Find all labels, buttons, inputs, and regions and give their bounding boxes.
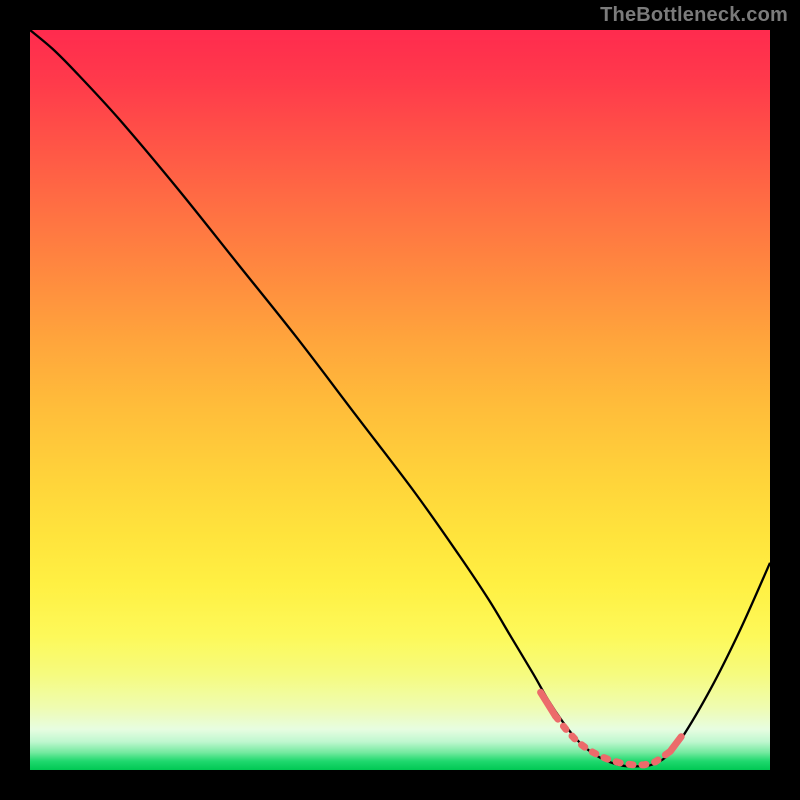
chart-svg: [30, 30, 770, 770]
plot-area: [30, 30, 770, 770]
highlight-dots: [555, 716, 670, 765]
highlight-segment-left: [541, 692, 556, 716]
watermark-text: TheBottleneck.com: [600, 4, 788, 27]
viewport: TheBottleneck.com: [0, 0, 800, 800]
bottleneck-curve: [30, 30, 770, 766]
highlight-segment-right: [670, 737, 681, 752]
